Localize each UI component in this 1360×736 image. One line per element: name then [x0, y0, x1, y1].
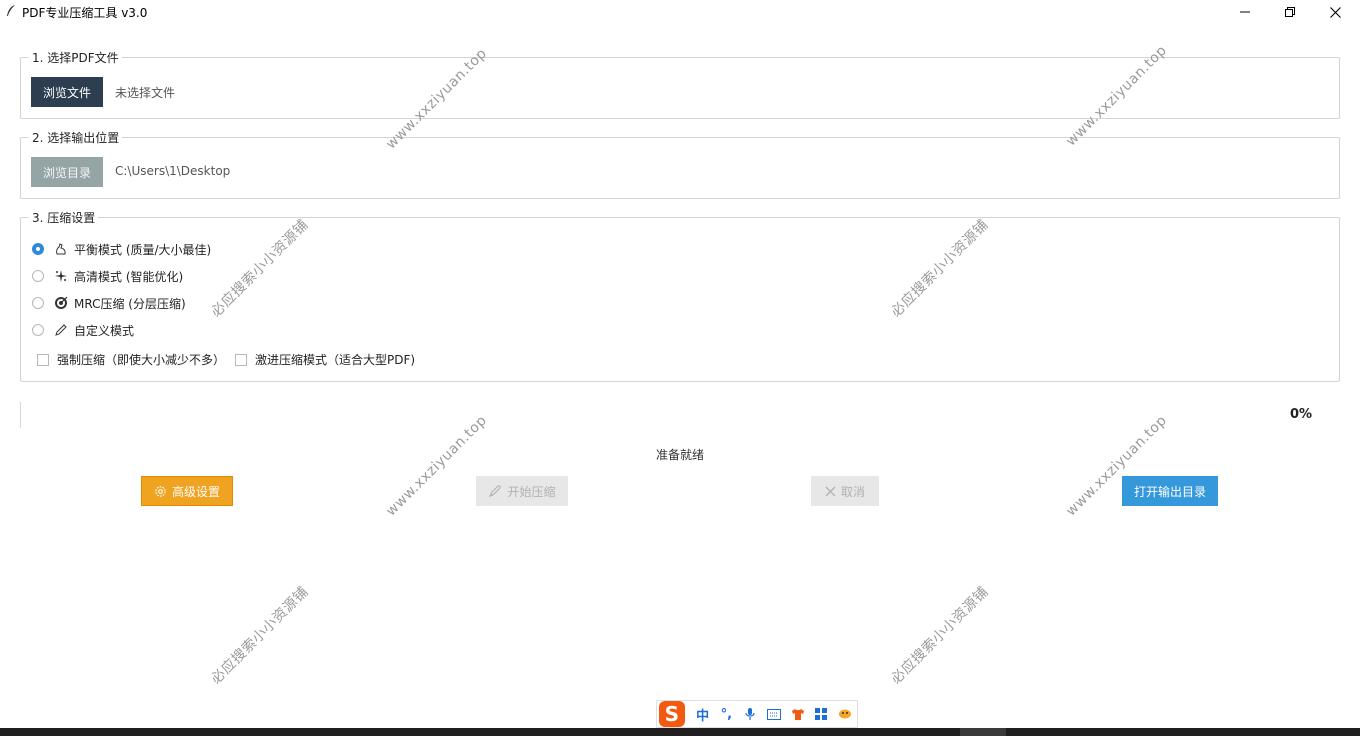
progress-bar [20, 402, 21, 428]
watermark-url: www.xxziyuan.top [383, 412, 491, 520]
browse-file-button[interactable]: 浏览文件 [31, 77, 103, 107]
select-pdf-legend: 1. 选择PDF文件 [29, 49, 122, 66]
force-compress-option[interactable]: 强制压缩（即使大小减少不多） [37, 351, 225, 368]
watermark-cn: 必应搜索小小资源铺 [888, 583, 992, 688]
browse-directory-button[interactable]: 浏览目录 [31, 157, 103, 187]
start-compress-label: 开始压缩 [507, 484, 556, 499]
radio-unselected[interactable] [32, 324, 44, 336]
skin-shirt-icon[interactable] [786, 702, 810, 726]
taskbar-active-item[interactable] [960, 728, 1006, 736]
mascot-icon[interactable] [833, 702, 857, 726]
mode-label: 自定义模式 [74, 323, 135, 338]
output-location-legend: 2. 选择输出位置 [29, 129, 123, 146]
mode-hd[interactable]: 高清模式 (智能优化) [32, 267, 183, 285]
microphone-icon[interactable] [738, 702, 762, 726]
output-path: C:\Users\1\Desktop [115, 164, 231, 178]
advanced-settings-label: 高级设置 [171, 484, 220, 499]
cancel-label: 取消 [840, 484, 865, 499]
mode-mrc[interactable]: MRC压缩 (分层压缩) [32, 294, 186, 312]
taskbar [0, 728, 1360, 736]
file-status: 未选择文件 [115, 86, 176, 100]
sogou-logo[interactable]: S [659, 701, 685, 727]
output-location-group: 2. 选择输出位置 浏览目录 C:\Users\1\Desktop [20, 129, 1340, 199]
option-label: 激进压缩模式（适合大型PDF) [255, 353, 416, 367]
radio-selected[interactable] [32, 243, 44, 255]
keyboard-icon[interactable] [762, 702, 786, 726]
option-label: 强制压缩（即使大小减少不多） [57, 353, 226, 367]
sparkle-icon [54, 269, 68, 283]
x-icon [825, 486, 836, 497]
gear-icon [154, 485, 167, 498]
feather-icon [7, 5, 15, 16]
minimize-button[interactable] [1222, 0, 1268, 24]
mode-custom[interactable]: 自定义模式 [32, 321, 134, 339]
title-bar: PDF专业压缩工具 v3.0 [0, 0, 1360, 24]
force-compress-checkbox[interactable] [37, 353, 49, 366]
ime-language-toggle[interactable]: 中 [691, 702, 715, 726]
start-compress-button[interactable]: 开始压缩 [476, 476, 568, 506]
pencil-icon [54, 323, 68, 337]
ime-toolbar: S 中 °, [656, 700, 858, 728]
toolbox-grid-icon[interactable] [809, 702, 833, 726]
radio-unselected[interactable] [32, 270, 44, 282]
open-output-dir-button[interactable]: 打开输出目录 [1122, 476, 1218, 506]
close-button[interactable] [1312, 0, 1358, 24]
advanced-settings-button[interactable]: 高级设置 [141, 476, 233, 506]
ime-punctuation-toggle[interactable]: °, [714, 702, 738, 726]
maximize-button[interactable] [1267, 0, 1313, 24]
target-icon [54, 296, 68, 310]
restore-icon [1285, 7, 1295, 17]
rocket-icon [488, 484, 502, 498]
mode-label: 高清模式 (智能优化) [74, 269, 184, 284]
minimize-icon [1240, 11, 1250, 13]
aggressive-mode-checkbox[interactable] [235, 353, 247, 366]
aggressive-mode-option[interactable]: 激进压缩模式（适合大型PDF) [235, 351, 415, 368]
mode-label: MRC压缩 (分层压缩) [74, 296, 186, 311]
mode-label: 平衡模式 (质量/大小最佳) [74, 242, 212, 257]
mode-balanced[interactable]: 平衡模式 (质量/大小最佳) [32, 240, 211, 258]
watermark-cn: 必应搜索小小资源铺 [208, 583, 312, 688]
balance-icon [54, 242, 68, 256]
radio-unselected[interactable] [32, 297, 44, 309]
cancel-button[interactable]: 取消 [811, 476, 879, 506]
compression-settings-legend: 3. 压缩设置 [29, 209, 99, 226]
progress-percent: 0% [1290, 407, 1313, 422]
status-text: 准备就绪 [655, 448, 704, 462]
close-icon [1329, 6, 1341, 18]
window-title: PDF专业压缩工具 v3.0 [22, 6, 148, 20]
